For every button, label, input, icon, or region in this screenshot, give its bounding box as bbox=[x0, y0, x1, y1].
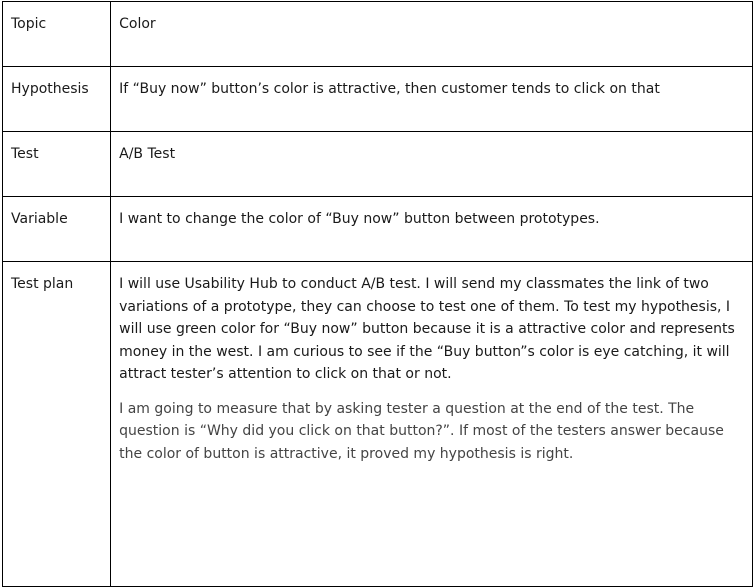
row-label-topic: Topic bbox=[1, 1, 112, 67]
table-row-test-plan: Test plan I will use Usability Hub to co… bbox=[1, 261, 753, 587]
row-label-hypothesis: Hypothesis bbox=[1, 66, 112, 132]
table-row-hypothesis: Hypothesis If “Buy now” button’s color i… bbox=[1, 66, 753, 132]
row-label-test-plan: Test plan bbox=[1, 261, 112, 587]
table-row-variable: Variable I want to change the color of “… bbox=[1, 196, 753, 262]
table-row-topic: Topic Color bbox=[1, 1, 753, 67]
row-value-variable: I want to change the color of “Buy now” … bbox=[110, 196, 753, 262]
row-value-test: A/B Test bbox=[110, 131, 753, 197]
row-value-hypothesis: If “Buy now” button’s color is attractiv… bbox=[110, 66, 753, 132]
table-row-test: Test A/B Test bbox=[1, 131, 753, 197]
row-label-variable: Variable bbox=[1, 196, 112, 262]
row-value-topic: Color bbox=[110, 1, 753, 67]
test-plan-paragraph-1: I will use Usability Hub to conduct A/B … bbox=[119, 276, 735, 382]
test-plan-table: Topic Color Hypothesis If “Buy now” butt… bbox=[1, 1, 753, 587]
row-label-test: Test bbox=[1, 131, 112, 197]
test-plan-paragraph-2: I am going to measure that by asking tes… bbox=[119, 400, 724, 462]
row-value-test-plan: I will use Usability Hub to conduct A/B … bbox=[110, 261, 753, 587]
